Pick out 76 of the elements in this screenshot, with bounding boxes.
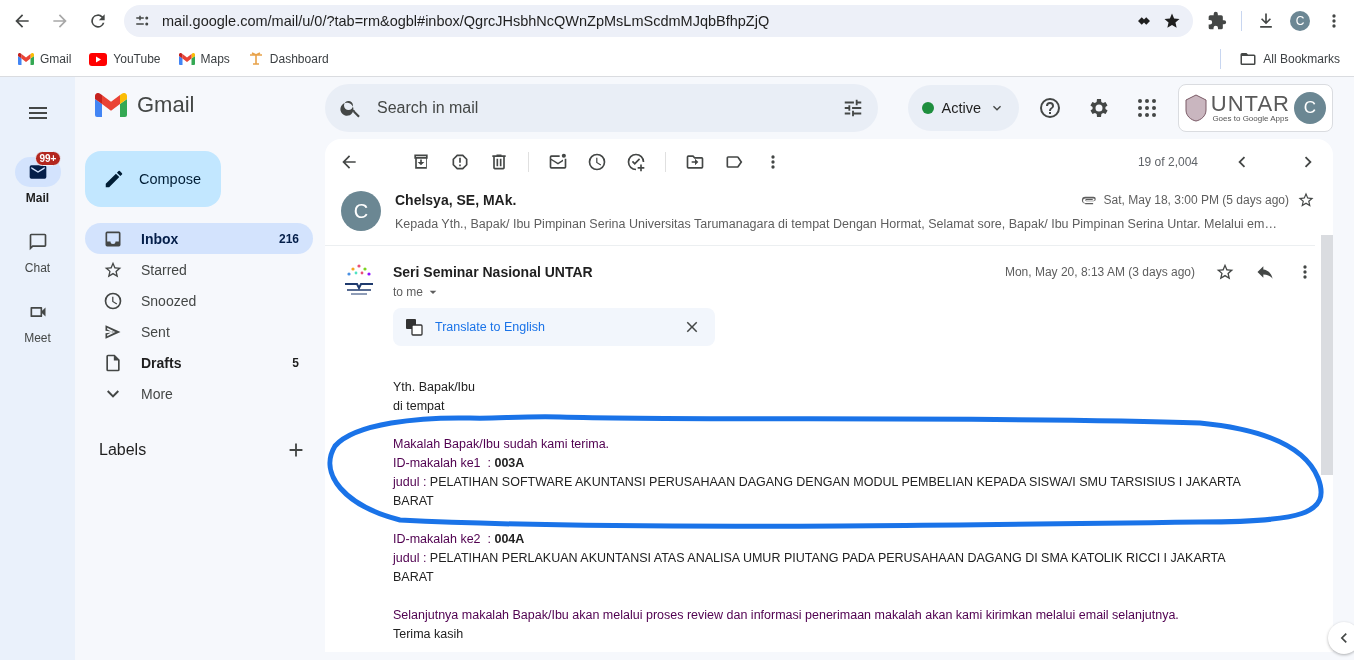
body-text: Selanjutnya makalah Bapak/Ibu akan melalui proses review dan informasi penerimaan makalah akan kami kirimkan melalui email selanjutnya.: [393, 607, 1180, 624]
folder-item[interactable]: Sent: [85, 316, 313, 347]
gmail-logo-icon: [18, 53, 34, 65]
clock-icon: [103, 290, 123, 311]
snooze-icon[interactable]: [587, 152, 607, 172]
mark-unread-icon[interactable]: [548, 152, 568, 172]
account-button[interactable]: UNTAR Goes to Google Apps C: [1177, 84, 1333, 132]
org-tagline: Goes to Google Apps: [1212, 115, 1289, 123]
side-panel-toggle[interactable]: [1328, 622, 1354, 654]
archive-icon[interactable]: [411, 152, 431, 172]
gmail-logo-icon: [178, 53, 195, 65]
spam-icon[interactable]: [450, 152, 470, 172]
sender-name: Seri Seminar Nasional UNTAR: [393, 264, 593, 280]
app-name: Gmail: [137, 92, 195, 118]
star-icon[interactable]: [1297, 191, 1315, 209]
chevron-down-icon: [107, 389, 119, 398]
message-snippet: Kepada Yth., Bapak/ Ibu Pimpinan Serina Universitas Tarumanagara di tempat Dengan Hormat, Selamat sore, Bapak/ Ibu Pimpinan Serina Untar. Melalui em…: [395, 217, 1278, 231]
star-icon[interactable]: [1163, 12, 1181, 30]
sender-name: Chelsya, SE, MAk.: [395, 192, 517, 208]
search-field[interactable]: Search in mail: [375, 98, 830, 118]
profile-avatar[interactable]: C: [1290, 11, 1310, 31]
translate-link[interactable]: Translate to English: [435, 320, 671, 334]
folder-item[interactable]: Inbox 216: [85, 223, 313, 254]
help-icon[interactable]: [1037, 96, 1062, 120]
rail-item[interactable]: Chat: [14, 219, 61, 275]
bookmark-link[interactable]: Dashboard: [269, 52, 329, 66]
folder-icon[interactable]: [1239, 50, 1258, 68]
address-bar[interactable]: mail.google.com/mail/u/0/?tab=rm&ogbl#inbox/QgrcJHsbhNcQWnZpMsLmScdmMJqbBfhpZjQ: [124, 5, 1193, 37]
bookmark-link[interactable]: YouTube: [113, 52, 161, 66]
star-icon[interactable]: [1215, 262, 1235, 282]
mail-icon[interactable]: [27, 162, 48, 182]
unread-badge: 99+: [34, 151, 62, 166]
status-dropdown[interactable]: Active: [907, 85, 1020, 131]
folder-item[interactable]: Snoozed: [85, 285, 313, 316]
body-text: Makalah Bapak/Ibu sudah kami terima.: [393, 436, 611, 453]
paper-id-label: ID-makalah ke1 :: [393, 456, 491, 470]
body-text: Yth. Bapak/Ibu: [393, 379, 476, 396]
move-to-icon[interactable]: [685, 152, 705, 172]
scrollbar[interactable]: [1321, 235, 1333, 475]
all-bookmarks-link[interactable]: All Bookmarks: [1263, 52, 1340, 66]
folder-item[interactable]: Drafts 5: [85, 347, 313, 378]
bookmark-link[interactable]: Maps: [200, 52, 230, 66]
reload-icon[interactable]: [88, 11, 108, 31]
recipient-dropdown[interactable]: to me: [393, 284, 441, 300]
paper-title: judul : PELATIHAN PERLAKUAN AKUNTANSI ATAS ANALISA UMUR PIUTANG PADA PERUSAHAAN DAGANG DI SMA KATOLIK RICCI I JAKARTA BARAT: [393, 550, 1227, 586]
org-logo-text: UNTAR: [1210, 93, 1290, 115]
paper-id-label: ID-makalah ke2 :: [393, 532, 491, 546]
folder-item[interactable]: More: [85, 378, 313, 409]
paper-id: 004A: [494, 532, 525, 546]
pencil-icon: [103, 168, 125, 190]
document-icon: [103, 352, 123, 373]
search-bar[interactable]: Search in mail: [325, 84, 878, 132]
chat-icon[interactable]: [27, 232, 48, 252]
apps-grid-icon[interactable]: [1137, 98, 1158, 118]
folder-item[interactable]: Starred: [85, 254, 313, 285]
sender-avatar: C: [341, 191, 381, 231]
message-date: Sat, May 18, 3:00 PM (5 days ago): [1103, 193, 1289, 207]
account-avatar: C: [1294, 92, 1326, 124]
translate-icon: [405, 318, 423, 336]
labels-heading: Labels: [99, 441, 147, 459]
bookmark-link[interactable]: Gmail: [40, 52, 72, 66]
paper-title: judul : PELATIHAN SOFTWARE AKUNTANSI PERUSAHAAN DAGANG DENGAN MODUL PEMBELIAN KEPADA SISWA/I SMU TARSISIUS I JAKARTA BARAT: [393, 474, 1242, 510]
compose-button[interactable]: Compose: [85, 151, 221, 207]
delete-icon[interactable]: [489, 152, 509, 172]
extensions-icon[interactable]: [1207, 11, 1227, 31]
paper-id: 003A: [494, 456, 525, 470]
play-icon: [89, 52, 108, 66]
add-task-icon[interactable]: [626, 152, 646, 172]
shield-icon: [1184, 94, 1207, 122]
body-text: di tempat: [393, 398, 446, 415]
dashboard-icon: [247, 51, 264, 67]
body-text: Terima kasih: [393, 626, 465, 643]
gmail-logo-icon: [95, 93, 127, 117]
message-date: Mon, May 20, 8:13 AM (3 days ago): [1004, 265, 1195, 279]
message-counter: 19 of 2,004: [1137, 155, 1198, 169]
rail-item[interactable]: Meet: [14, 289, 61, 345]
